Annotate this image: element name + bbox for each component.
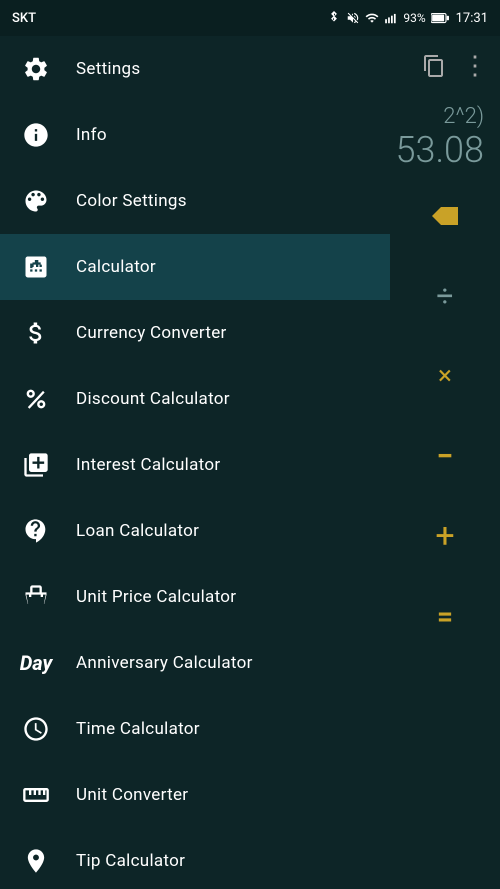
status-right: 93% 17:31 [327, 11, 488, 26]
sidebar-item-calculator[interactable]: Calculator [0, 234, 390, 300]
interest-icon [16, 445, 56, 485]
wifi-icon [365, 11, 379, 25]
info-label: Info [76, 125, 107, 145]
sidebar-item-currency-converter[interactable]: Currency Converter [0, 300, 390, 366]
gear-icon [16, 49, 56, 89]
divide-button[interactable]: ÷ [390, 256, 500, 336]
dollar-icon [16, 313, 56, 353]
settings-label: Settings [76, 59, 140, 79]
info-icon [16, 115, 56, 155]
palette-icon [16, 181, 56, 221]
calculator-icon [16, 247, 56, 287]
bluetooth-icon [327, 11, 341, 25]
sidebar-item-discount-calculator[interactable]: Discount Calculator [0, 366, 390, 432]
sidebar-item-anniversary-calculator[interactable]: Day Anniversary Calculator [0, 630, 390, 696]
ruler-icon [16, 775, 56, 815]
unit-price-calculator-label: Unit Price Calculator [76, 587, 236, 607]
plus-button[interactable]: + [390, 496, 500, 576]
loan-calculator-label: Loan Calculator [76, 521, 199, 541]
mute-icon [346, 11, 360, 25]
backspace-button[interactable] [390, 176, 500, 256]
percent-icon [16, 379, 56, 419]
multiply-button[interactable]: × [390, 336, 500, 416]
currency-converter-label: Currency Converter [76, 323, 227, 343]
calc-buttons-area: ÷ × − + = [390, 176, 500, 656]
clock-icon [16, 709, 56, 749]
sidebar-item-unit-converter[interactable]: Unit Converter [0, 762, 390, 828]
scale-icon [16, 577, 56, 617]
minus-button[interactable]: − [390, 416, 500, 496]
discount-calculator-label: Discount Calculator [76, 389, 230, 409]
signal-icon [384, 11, 398, 25]
tip-calculator-label: Tip Calculator [76, 851, 185, 871]
sidebar-item-interest-calculator[interactable]: Interest Calculator [0, 432, 390, 498]
carrier-label: SKT [12, 11, 36, 26]
interest-calculator-label: Interest Calculator [76, 455, 220, 475]
calculator-label: Calculator [76, 257, 156, 277]
day-icon: Day [16, 643, 56, 683]
sidebar-item-settings[interactable]: Settings [0, 36, 390, 102]
anniversary-calculator-label: Anniversary Calculator [76, 653, 253, 673]
sidebar-item-tip-calculator[interactable]: Tip Calculator [0, 828, 390, 889]
time-calculator-label: Time Calculator [76, 719, 200, 739]
sidebar-item-unit-price-calculator[interactable]: Unit Price Calculator [0, 564, 390, 630]
status-bar: SKT 93% 17:31 [0, 0, 500, 36]
sidebar-item-info[interactable]: Info [0, 102, 390, 168]
sidebar-item-time-calculator[interactable]: Time Calculator [0, 696, 390, 762]
loan-icon [16, 511, 56, 551]
color-settings-label: Color Settings [76, 191, 187, 211]
sidebar-item-color-settings[interactable]: Color Settings [0, 168, 390, 234]
more-icon[interactable]: ⋮ [462, 53, 488, 79]
unit-converter-label: Unit Converter [76, 785, 188, 805]
equals-button[interactable]: = [390, 576, 500, 656]
sidebar-item-loan-calculator[interactable]: Loan Calculator [0, 498, 390, 564]
tip-icon [16, 841, 56, 881]
time-label: 17:31 [456, 11, 488, 26]
clipboard-icon[interactable] [422, 54, 446, 78]
navigation-drawer: Settings Info Color Settings Calculator [0, 36, 390, 889]
battery-label: 93% [403, 11, 425, 25]
battery-icon [431, 12, 449, 24]
